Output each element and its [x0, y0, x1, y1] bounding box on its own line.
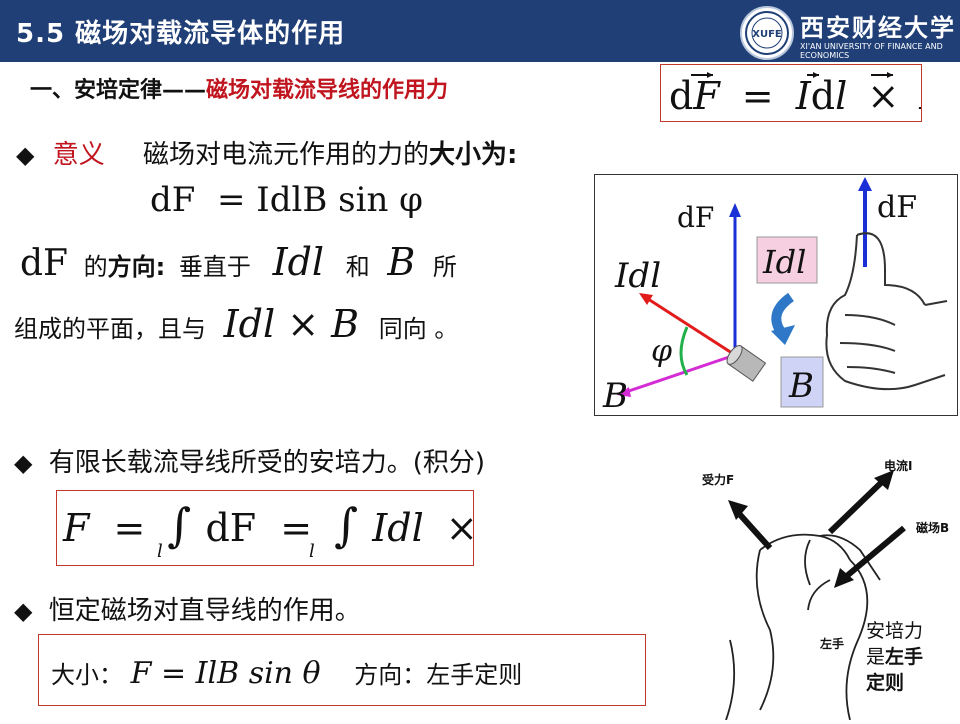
integral-eq2: =: [280, 506, 312, 550]
direction-line-2: 组成的平面，且与 Idl × B 同向 。: [14, 302, 458, 346]
diamond-bullet-icon: ◆: [14, 597, 33, 625]
section-prefix: 一、安培定律——: [30, 78, 207, 103]
label-B: B: [602, 376, 628, 415]
B-arrow: [622, 353, 736, 395]
hand-caption: 安培力 是左手 定则: [866, 618, 923, 696]
left-hand-drawing-icon: [725, 533, 881, 721]
page-title: 5.5 磁场对载流导体的作用: [16, 19, 346, 49]
integral-sign-1: ∫: [167, 498, 191, 552]
hand-caption-3: 定则: [866, 672, 905, 694]
finite-line: ◆ 有限长载流导线所受的安培力。(积分): [14, 442, 485, 479]
hand-label-current: 电流I: [884, 458, 912, 473]
main-formula-F: F: [692, 74, 721, 118]
integral-sub-2: l: [309, 541, 315, 562]
main-formula-box: dF = Idl × B: [660, 64, 947, 122]
hand-caption-2b: 左手: [885, 646, 924, 668]
hand-label-left: 左手: [819, 636, 844, 651]
result-content: 大小： F = IlB sin θ 方向：左手定则: [51, 655, 522, 691]
force-diagram: dF Idl B φ Idl B dF: [594, 174, 958, 416]
integral-sub-1: l: [157, 541, 163, 562]
direction-idl: Idl: [272, 240, 325, 284]
box-B: B: [788, 366, 814, 406]
integral-idl: Idl: [371, 506, 424, 550]
box-Idl: Idl: [762, 243, 806, 281]
university-name: 西安财经大学: [800, 13, 956, 42]
main-formula-d: d: [669, 74, 693, 118]
meaning-text: 磁场对电流元作用的力的: [143, 140, 430, 170]
section-highlight: 磁场对载流导线的作用力: [206, 78, 449, 103]
university-english-name: XI'AN UNIVERSITY OF FINANCE AND ECONOMIC…: [800, 42, 943, 60]
svg-text:dF = Idl ×: dF = Idl × B: [669, 74, 921, 118]
direction-de: 的: [83, 253, 108, 281]
result-formula: F = IlB sin θ: [130, 656, 321, 691]
section-heading: 一、安培定律——磁场对载流导线的作用力: [30, 72, 448, 104]
uniform-text: 恒定磁场对直导线的作用。: [48, 596, 361, 626]
direction-line2-text: 组成的平面，且与: [14, 315, 206, 343]
main-formula-eq: =: [742, 74, 774, 118]
result-dir-label: 方向：左手定则: [354, 661, 523, 689]
direction-t1: 垂直于: [178, 253, 251, 281]
angle-arc: [679, 326, 689, 376]
diamond-bullet-icon: ◆: [14, 449, 33, 477]
direction-he: 和: [345, 253, 370, 281]
diamond-bullet-icon: ◆: [16, 141, 35, 169]
university-seal-icon: XUFE: [740, 6, 794, 60]
result-size-label: 大小：: [51, 661, 123, 689]
result-box: 大小： F = IlB sin θ 方向：左手定则: [38, 634, 646, 706]
direction-bold: 方向: [107, 253, 156, 281]
direction-colon: :: [155, 253, 166, 281]
integral-dF: dF: [205, 506, 256, 550]
label-Idl: Idl: [614, 256, 661, 296]
seal-abbr: XUFE: [752, 29, 782, 40]
direction-tongxiang: 同向 。: [378, 315, 459, 343]
thumb-label-dF: dF: [877, 190, 917, 225]
hand-caption-2a: 是: [866, 646, 886, 668]
direction-cross-expr: Idl × B: [223, 302, 360, 346]
integral-eq1: =: [113, 506, 145, 550]
field-arrow: [840, 525, 906, 583]
conductor-cylinder-icon: [726, 344, 767, 382]
direction-b: B: [387, 240, 416, 284]
integral-F: F: [62, 506, 91, 550]
meaning-label: 意义: [52, 140, 105, 170]
hand-caption-2: 是左手: [866, 644, 923, 670]
current-arrow: [827, 475, 889, 535]
left-hand-rule-figure: 受力F 电流I 磁场B 左手 安培力 是左手 定则: [690, 440, 960, 721]
label-phi: φ: [651, 334, 672, 369]
meaning-line: ◆ 意义 磁场对电流元作用的力的大小为:: [16, 134, 517, 171]
direction-dF: dF: [20, 243, 69, 284]
finite-text: 有限长载流导线所受的安培力。(积分): [48, 448, 486, 478]
magnitude-formula: dF = IdlB sin φ: [150, 180, 423, 220]
meaning-suffix: 为:: [481, 140, 518, 170]
uniform-line: ◆ 恒定磁场对直导线的作用。: [14, 590, 361, 627]
svg-text:F = ∫ dF: F = ∫ dF = ∫ Idl × B: [62, 498, 473, 552]
hand-caption-1: 安培力: [866, 620, 924, 642]
integral-formula-box: F = ∫ dF = ∫ Idl × B l l: [56, 490, 528, 566]
meaning-bold: 大小: [429, 140, 482, 170]
hand-label-field: 磁场B: [915, 520, 949, 535]
label-dF: dF: [677, 201, 714, 234]
hand-label-force: 受力F: [702, 472, 734, 487]
direction-line-1: dF 的方向: 垂直于 Idl 和 B 所: [20, 240, 457, 284]
integral-cross: ×: [446, 506, 473, 550]
thumbs-up-hand-icon: [825, 232, 948, 391]
integral-sign-2: ∫: [334, 498, 358, 552]
direction-suo: 所: [432, 253, 457, 281]
